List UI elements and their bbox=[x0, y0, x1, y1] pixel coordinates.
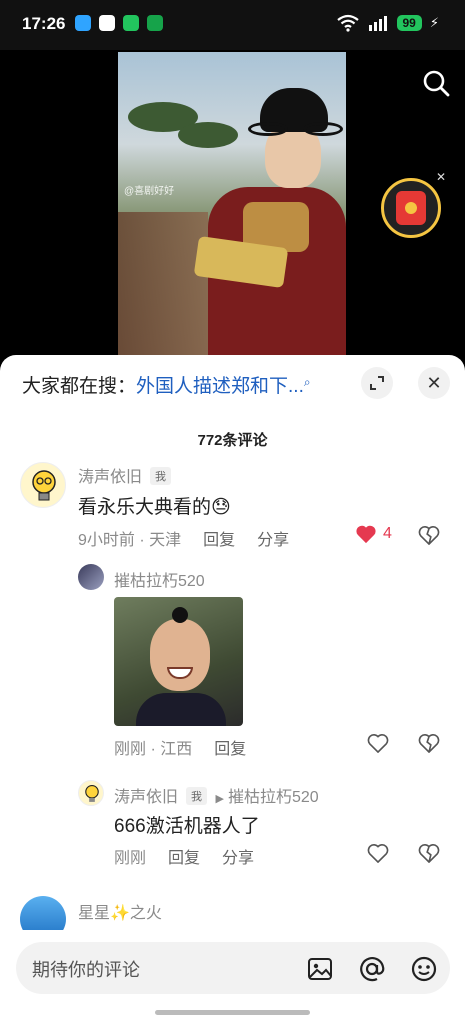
comment-text[interactable]: 看永乐大典看的😓 bbox=[78, 492, 231, 519]
like-button[interactable]: 4 bbox=[355, 524, 392, 544]
qq-icon bbox=[75, 15, 91, 31]
share-button[interactable]: 分享 bbox=[257, 532, 289, 549]
reply-button[interactable]: 回复 bbox=[214, 741, 246, 758]
status-time: 17:26 bbox=[22, 14, 66, 33]
expand-button[interactable] bbox=[361, 367, 393, 399]
trending-search-label: 大家都在搜： bbox=[22, 376, 137, 397]
reply-to-name[interactable]: 摧枯拉朽520 bbox=[228, 789, 319, 806]
comment-author-name[interactable]: 星星✨之火 bbox=[78, 899, 162, 923]
comment-author[interactable]: 涛声依旧我 bbox=[78, 463, 172, 487]
shield-icon bbox=[123, 15, 139, 31]
comment-time: 刚刚 bbox=[114, 850, 147, 867]
red-packet-close-icon[interactable]: ✕ bbox=[436, 170, 446, 184]
comment-sheet: 大家都在搜：外国人描述郑和下...⌕ ✕ 772条评论 涛声依旧我 看永乐大典看… bbox=[0, 355, 465, 1024]
photo-collar bbox=[136, 693, 226, 726]
dislike-icon[interactable] bbox=[418, 843, 440, 863]
like-count: 4 bbox=[383, 525, 392, 542]
wifi-icon bbox=[336, 14, 359, 32]
video-warriors bbox=[118, 212, 208, 360]
reply-button[interactable]: 回复 bbox=[203, 532, 235, 549]
trending-search[interactable]: 大家都在搜：外国人描述郑和下...⌕ bbox=[22, 371, 322, 398]
comment-meta: 9小时前 · 天津 回复 分享 bbox=[78, 526, 311, 550]
battery-level: 99 bbox=[396, 15, 422, 31]
comment-time: 刚刚 · 江西 bbox=[114, 741, 193, 758]
dislike-icon[interactable] bbox=[418, 525, 440, 545]
video-player[interactable]: @喜剧好好 ✕ bbox=[0, 50, 465, 370]
close-button[interactable]: ✕ bbox=[418, 367, 450, 399]
status-app-icons bbox=[75, 15, 163, 31]
image-icon[interactable] bbox=[306, 955, 334, 983]
video-watermark: @喜剧好好 bbox=[124, 186, 175, 197]
comment-author-name[interactable]: 涛声依旧 bbox=[78, 469, 142, 486]
reply-author: 涛声依旧我 ▶ 摧枯拉朽520 bbox=[114, 783, 319, 807]
heart-outline-icon[interactable] bbox=[367, 843, 389, 863]
avatar[interactable] bbox=[20, 462, 66, 508]
reply-author-name[interactable]: 摧枯拉朽520 bbox=[114, 567, 205, 591]
at-mention-icon[interactable] bbox=[358, 955, 386, 983]
signal-icon bbox=[368, 16, 387, 31]
search-small-icon: ⌕ bbox=[303, 375, 311, 389]
comment-input-placeholder: 期待你的评论 bbox=[32, 960, 140, 980]
search-icon[interactable] bbox=[421, 68, 451, 98]
photo-face bbox=[150, 619, 210, 691]
reply-button[interactable]: 回复 bbox=[168, 850, 200, 867]
comment-input-bar: 期待你的评论 bbox=[0, 930, 465, 1024]
red-packet-button[interactable] bbox=[381, 178, 441, 238]
video-frame[interactable]: @喜剧好好 bbox=[118, 52, 346, 360]
red-packet-icon bbox=[396, 191, 426, 225]
share-button[interactable]: 分享 bbox=[222, 850, 254, 867]
video-hat-wing bbox=[248, 122, 288, 136]
emoji-icon[interactable] bbox=[410, 955, 438, 983]
me-badge: 我 bbox=[150, 467, 172, 485]
app-icon bbox=[147, 15, 163, 31]
photo-tuft bbox=[172, 607, 188, 623]
video-hat-wing bbox=[303, 122, 343, 136]
reply-author-name[interactable]: 涛声依旧 bbox=[114, 789, 178, 806]
comment-meta: 刚刚 · 江西 回复 bbox=[114, 735, 268, 759]
lightbulb-icon bbox=[32, 470, 56, 501]
comment-text[interactable]: 666激活机器人了 bbox=[114, 811, 260, 838]
avatar[interactable] bbox=[78, 564, 104, 590]
avatar[interactable] bbox=[78, 780, 104, 806]
comment-meta: 刚刚 回复 分享 bbox=[114, 844, 276, 868]
status-right: 99 ⚡ bbox=[336, 14, 439, 32]
reply-image[interactable] bbox=[114, 597, 243, 726]
heart-outline-icon[interactable] bbox=[367, 733, 389, 753]
tiktok-icon bbox=[99, 15, 115, 31]
status-bar: 17:26 99 ⚡ bbox=[0, 0, 465, 50]
charging-icon: ⚡ bbox=[429, 15, 439, 30]
close-icon: ✕ bbox=[426, 372, 442, 393]
comment-count: 772条评论 bbox=[197, 432, 268, 449]
dislike-icon[interactable] bbox=[418, 733, 440, 753]
lightbulb-icon bbox=[85, 784, 99, 802]
background-tree bbox=[178, 122, 238, 148]
heart-filled-icon bbox=[356, 525, 376, 544]
expand-icon bbox=[370, 376, 384, 390]
home-indicator[interactable] bbox=[155, 1010, 310, 1015]
reply-arrow-icon: ▶ bbox=[215, 793, 224, 805]
trending-search-keyword[interactable]: 外国人描述郑和下... bbox=[136, 376, 304, 397]
me-badge: 我 bbox=[186, 787, 208, 805]
comment-time: 9小时前 · 天津 bbox=[78, 532, 182, 549]
